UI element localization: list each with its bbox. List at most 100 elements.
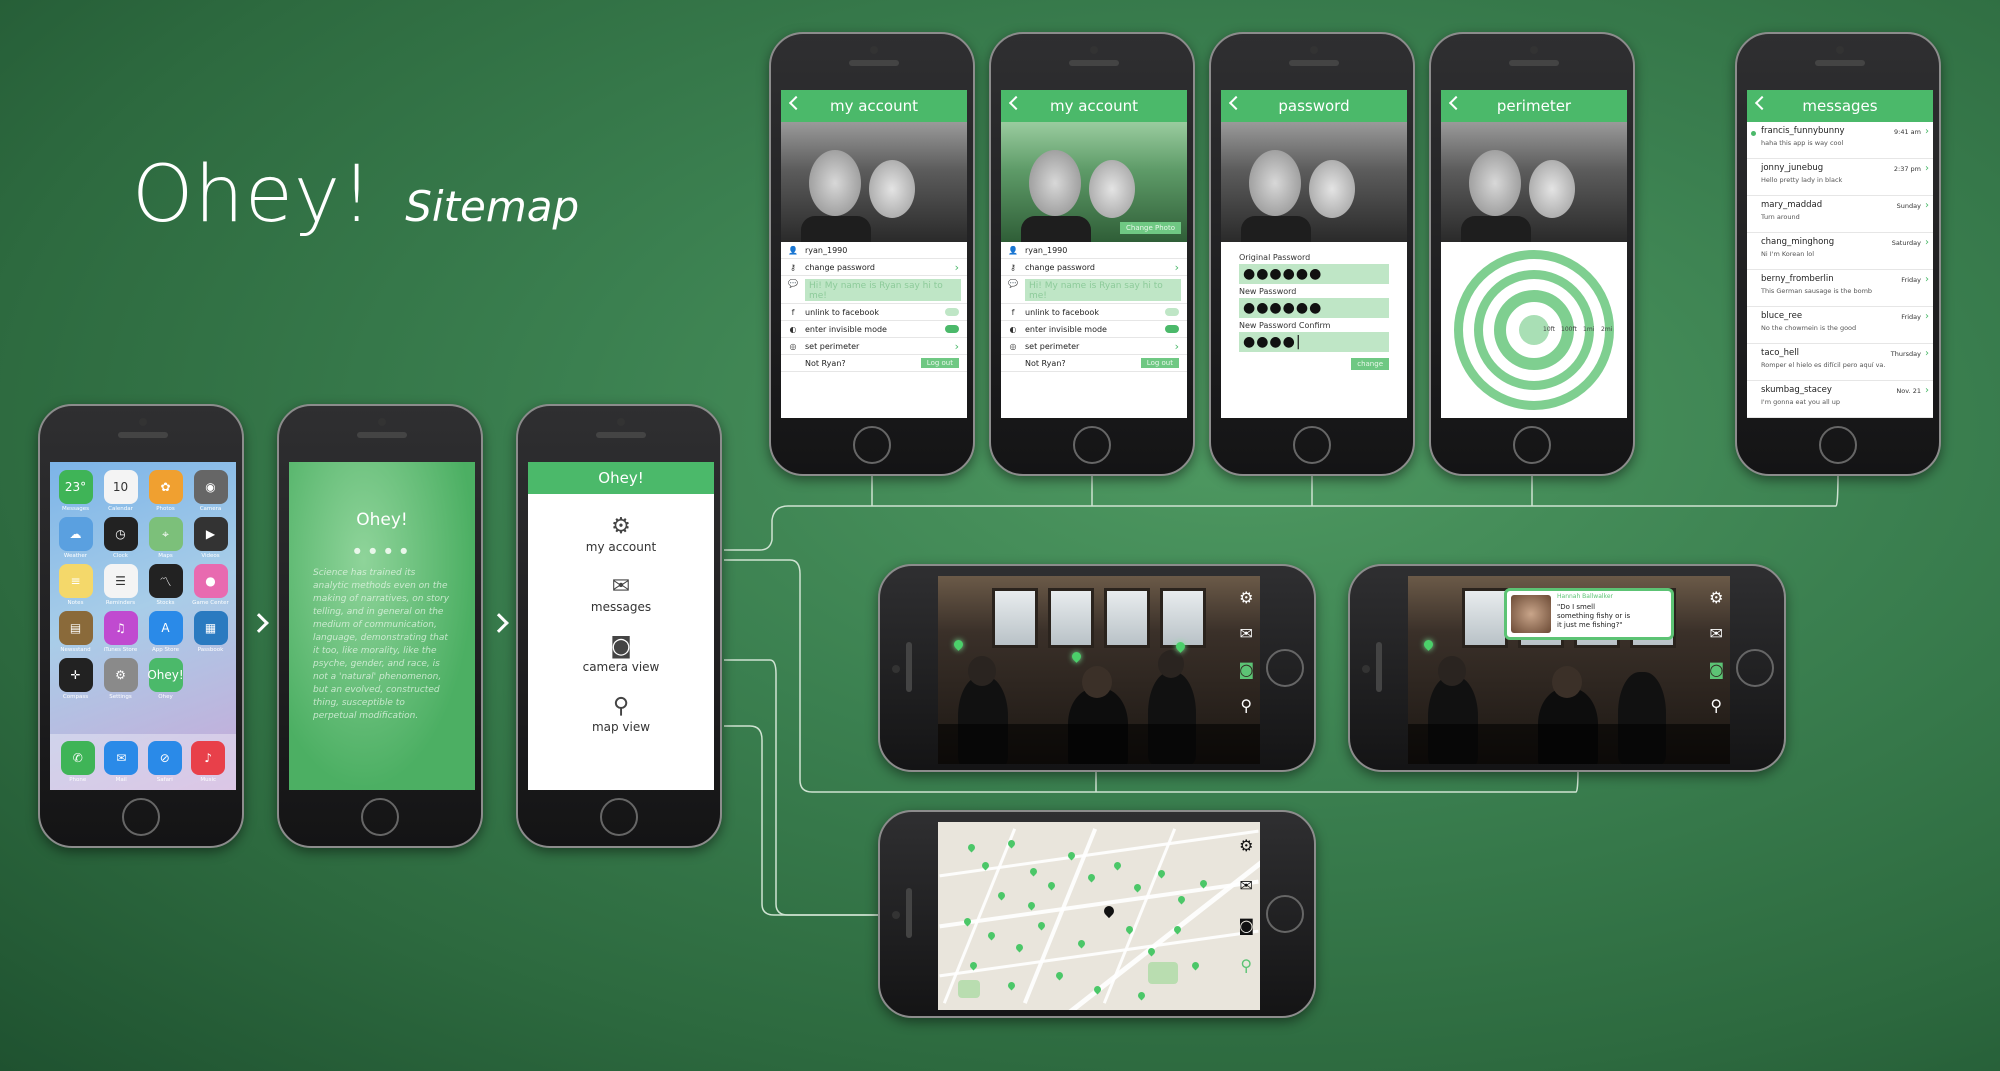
change-password-row[interactable]: ⚷ change password › <box>1001 259 1187 276</box>
app-stocks[interactable]: 〽 Stocks <box>146 564 185 606</box>
invisible-toggle[interactable] <box>1165 325 1179 333</box>
back-chevron-icon[interactable] <box>1754 95 1770 111</box>
menu-item-my-account[interactable]: ⚙ my account <box>528 516 714 555</box>
app-maps[interactable]: ⌖ Maps <box>146 517 185 559</box>
user-pin-icon[interactable] <box>1086 872 1097 883</box>
message-row[interactable]: jonny_junebug Hello pretty lady in black 2… <box>1747 159 1933 196</box>
message-row[interactable]: mary_maddad Turn around Sunday › <box>1747 196 1933 233</box>
menu-item-messages[interactable]: ✉ messages <box>528 576 714 615</box>
envelope-icon[interactable]: ✉ <box>1240 626 1253 642</box>
envelope-icon[interactable]: ✉ <box>1710 626 1723 642</box>
gear-icon[interactable]: ⚙ <box>1239 838 1253 854</box>
map-pin-icon[interactable]: ⚲ <box>1710 698 1722 714</box>
envelope-icon[interactable]: ✉ <box>1240 878 1253 894</box>
home-button[interactable] <box>1736 649 1774 687</box>
back-chevron-icon[interactable] <box>788 95 804 111</box>
home-button[interactable] <box>853 426 891 464</box>
user-pin-icon[interactable] <box>1156 868 1167 879</box>
app-ohey[interactable]: Ohey! Ohey <box>146 658 185 700</box>
home-button[interactable] <box>1266 649 1304 687</box>
message-row[interactable]: bluce_ree No the chowmein is the good Frid… <box>1747 307 1933 344</box>
perimeter-rings[interactable]: 10ft 100ft 1mi 2mi <box>1441 242 1627 418</box>
original-password-field[interactable]: ●●●●●● <box>1239 264 1389 284</box>
change-password-button[interactable]: change <box>1351 358 1389 370</box>
app-itunes-store[interactable]: ♫ iTunes Store <box>101 611 140 653</box>
message-row[interactable]: chang_minghong Ni I'm Korean lol Saturday › <box>1747 233 1933 270</box>
change-password-row[interactable]: ⚷ change password › <box>781 259 967 276</box>
gear-icon[interactable]: ⚙ <box>1239 590 1253 606</box>
user-pin-icon[interactable] <box>1076 938 1087 949</box>
set-perimeter-row[interactable]: ◎ set perimeter › <box>781 338 967 355</box>
app-weather[interactable]: ☁ Weather <box>56 517 95 559</box>
map-pin-icon[interactable]: ⚲ <box>1240 958 1252 974</box>
home-button[interactable] <box>1293 426 1331 464</box>
user-pin-icon[interactable] <box>952 638 965 651</box>
user-pin-icon[interactable] <box>1054 970 1065 981</box>
home-button[interactable] <box>122 798 160 836</box>
home-button[interactable] <box>600 798 638 836</box>
user-pin-icon[interactable] <box>1422 638 1435 651</box>
user-pin-icon[interactable] <box>966 842 977 853</box>
user-pin-icon[interactable] <box>986 930 997 941</box>
facebook-toggle[interactable] <box>1165 308 1179 316</box>
map-pin-icon[interactable]: ⚲ <box>1240 698 1252 714</box>
camera-icon[interactable]: ◙ <box>1708 662 1724 678</box>
user-pin-icon[interactable] <box>996 890 1007 901</box>
user-pin-icon[interactable] <box>1190 960 1201 971</box>
logout-button[interactable]: Log out <box>920 358 959 368</box>
app-compass[interactable]: ✛ Compass <box>56 658 95 700</box>
home-button[interactable] <box>1266 895 1304 933</box>
app-newsstand[interactable]: ▤ Newsstand <box>56 611 95 653</box>
gear-icon[interactable]: ⚙ <box>1709 590 1723 606</box>
app-messages[interactable]: 23° Messages <box>56 470 95 512</box>
home-button[interactable] <box>361 798 399 836</box>
user-pin-icon[interactable] <box>1136 990 1147 1001</box>
back-chevron-icon[interactable] <box>1008 95 1024 111</box>
message-row[interactable]: taco_hell Romper el hielo es difícil pero… <box>1747 344 1933 381</box>
camera-icon[interactable]: ◙ <box>1238 662 1254 678</box>
set-perimeter-row[interactable]: ◎ set perimeter › <box>1001 338 1187 355</box>
app-reminders[interactable]: ☰ Reminders <box>101 564 140 606</box>
back-chevron-icon[interactable] <box>1448 95 1464 111</box>
change-photo-button[interactable]: Change Photo <box>1120 222 1181 234</box>
user-pin-icon[interactable] <box>1026 900 1037 911</box>
back-chevron-icon[interactable] <box>1228 95 1244 111</box>
facebook-toggle[interactable] <box>945 308 959 316</box>
invisible-toggle[interactable] <box>945 325 959 333</box>
bio-field[interactable]: Hi! My name is Ryan say hi to me! <box>805 279 961 301</box>
app-videos[interactable]: ▶ Videos <box>191 517 230 559</box>
user-pin-icon[interactable] <box>1036 920 1047 931</box>
profile-bubble[interactable]: Hannah Ballwalker "Do I smell something … <box>1504 588 1674 640</box>
message-row[interactable]: berny_fromberlin This German sausage is t… <box>1747 270 1933 307</box>
app-settings[interactable]: ⚙ Settings <box>101 658 140 700</box>
menu-item-camera-view[interactable]: ◙ camera view <box>528 636 714 675</box>
app-game-center[interactable]: ● Game Center <box>191 564 230 606</box>
new-password-field[interactable]: ●●●●●● <box>1239 298 1389 318</box>
app-notes[interactable]: ≡ Notes <box>56 564 95 606</box>
app-clock[interactable]: ◷ Clock <box>101 517 140 559</box>
message-row[interactable]: francis_funnybunny haha this app is way c… <box>1747 122 1933 159</box>
dock-app-phone[interactable]: ✆ Phone <box>60 741 95 783</box>
map-screen[interactable]: ⚙ ✉ ◙ ⚲ <box>938 822 1260 1010</box>
user-pin-icon[interactable] <box>1006 980 1017 991</box>
app-app-store[interactable]: A App Store <box>146 611 185 653</box>
user-pin-icon[interactable] <box>1014 942 1025 953</box>
menu-item-map-view[interactable]: ⚲ map view <box>528 696 714 735</box>
user-pin-icon[interactable] <box>1176 894 1187 905</box>
app-photos[interactable]: ✿ Photos <box>146 470 185 512</box>
camera-icon[interactable]: ◙ <box>1238 918 1254 934</box>
confirm-password-field[interactable]: ●●●●| <box>1239 332 1389 352</box>
bio-field[interactable]: Hi! My name is Ryan say hi to me! <box>1025 279 1181 301</box>
home-button[interactable] <box>1819 426 1857 464</box>
user-pin-icon[interactable] <box>1070 650 1083 663</box>
home-button[interactable] <box>1073 426 1111 464</box>
dock-app-music[interactable]: ♪ Music <box>191 741 226 783</box>
home-button[interactable] <box>1513 426 1551 464</box>
user-pin-icon[interactable] <box>1046 880 1057 891</box>
app-passbook[interactable]: ▦ Passbook <box>191 611 230 653</box>
user-pin-icon[interactable] <box>1112 860 1123 871</box>
dock-app-mail[interactable]: ✉ Mail <box>104 741 139 783</box>
dock-app-safari[interactable]: ⊘ Safari <box>147 741 182 783</box>
app-camera[interactable]: ◉ Camera <box>191 470 230 512</box>
logout-button[interactable]: Log out <box>1140 358 1179 368</box>
